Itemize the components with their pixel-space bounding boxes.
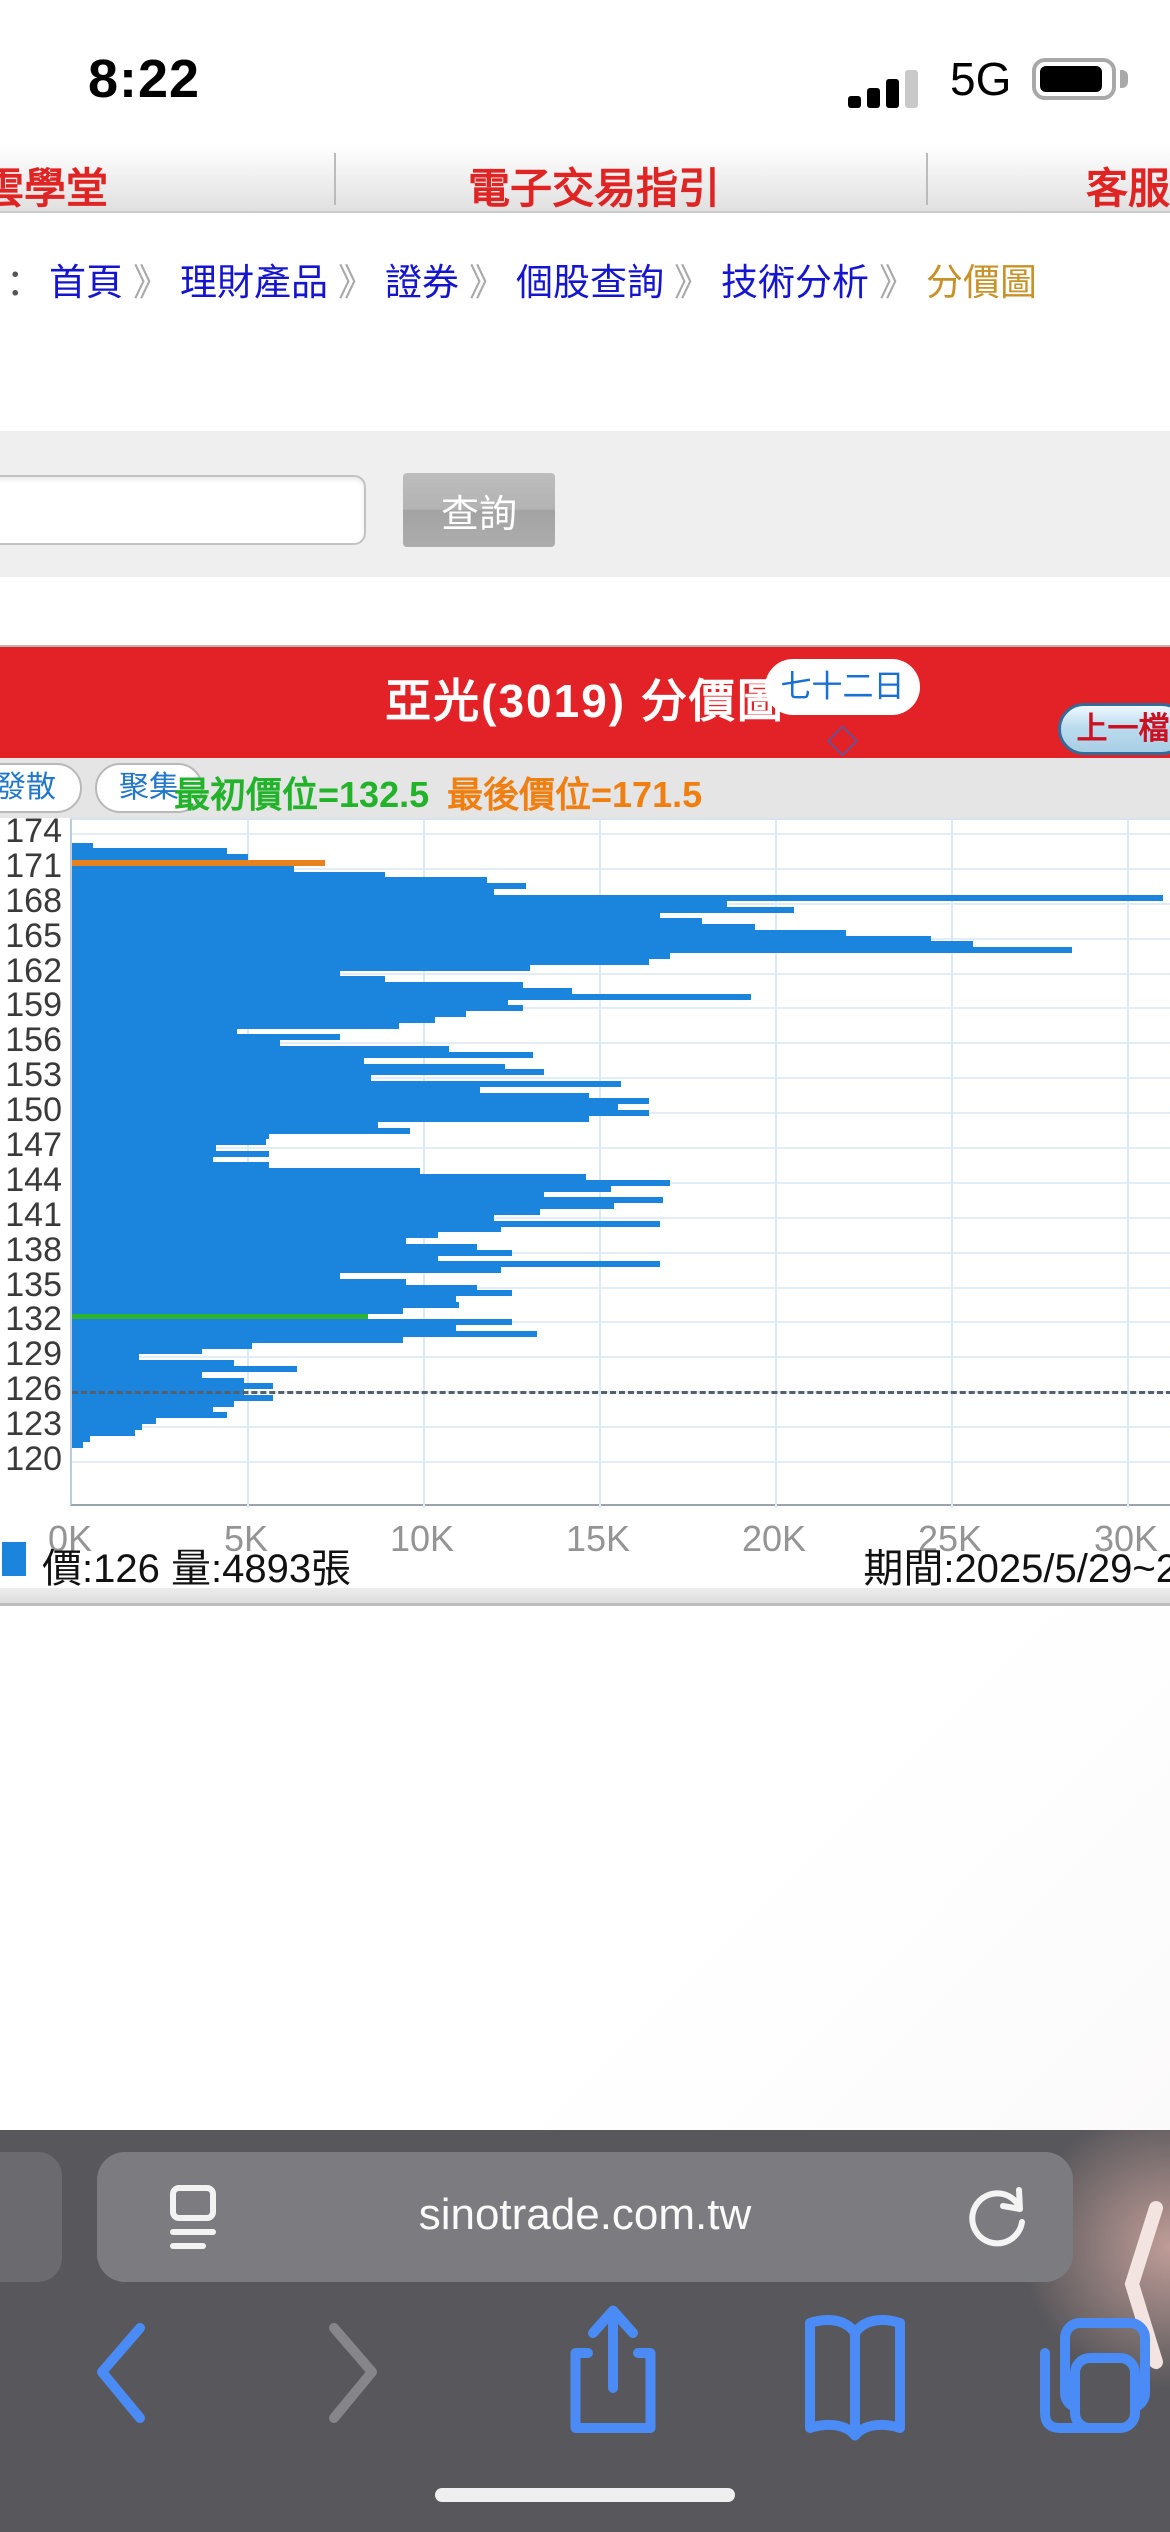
y-tick-label: 132 xyxy=(5,1300,62,1339)
back-button[interactable] xyxy=(86,2318,156,2428)
page-blank-area xyxy=(0,1609,1170,2130)
url-text[interactable]: sinotrade.com.tw xyxy=(97,2190,1073,2240)
h-gridline xyxy=(72,1460,1170,1463)
breadcrumb-link[interactable]: 理財產品 xyxy=(180,262,328,303)
legend-color-swatch xyxy=(2,1542,26,1576)
chart-toolbar: 發散 聚集 最初價位=132.5 最後價位=171.5 xyxy=(0,758,1170,818)
y-tick-label: 123 xyxy=(5,1405,62,1444)
y-tick-label: 168 xyxy=(5,881,62,920)
breadcrumb-separator: 》 xyxy=(469,262,506,303)
y-tick-label: 135 xyxy=(5,1265,62,1304)
y-tick-label: 171 xyxy=(5,846,62,885)
status-bar: 8:22 5G xyxy=(0,0,1170,145)
stock-code-input[interactable] xyxy=(0,475,366,545)
nav-divider xyxy=(334,153,336,205)
y-tick-label: 150 xyxy=(5,1091,62,1130)
v-gridline xyxy=(775,820,777,1508)
period-selector[interactable]: 七十二日 ◇ xyxy=(765,659,920,760)
adjacent-tab-edge[interactable] xyxy=(0,2152,62,2282)
url-bar[interactable]: sinotrade.com.tw xyxy=(97,2152,1073,2282)
h-gridline xyxy=(72,832,1170,835)
y-tick-label: 126 xyxy=(5,1370,62,1409)
previous-stock-button[interactable]: 上一檔 xyxy=(1058,703,1170,755)
last-price-label: 最後價位=171.5 xyxy=(447,774,703,815)
y-tick-label: 156 xyxy=(5,1021,62,1060)
breadcrumb-separator: 》 xyxy=(133,262,170,303)
iphone-screen: 8:22 5G 雲學堂 電子交易指引 客服 ：首頁》理財產品》證券》個股查詢》技… xyxy=(0,0,1170,2532)
v-gridline xyxy=(951,820,953,1508)
forward-button[interactable] xyxy=(318,2318,388,2428)
breadcrumb-link[interactable]: 證券 xyxy=(385,262,459,303)
page-title: 亞光(3019) 分價圖 xyxy=(385,675,785,727)
query-button[interactable]: 查詢 xyxy=(403,473,555,547)
home-indicator[interactable] xyxy=(435,2488,735,2502)
chart-header-band: 亞光(3019) 分價圖 七十二日 ◇ 上一檔 xyxy=(0,645,1170,760)
v-gridline xyxy=(1127,820,1129,1508)
tooltip-price-volume: 價:126 量:4893張 xyxy=(42,1547,352,1591)
tabs-button[interactable] xyxy=(1030,2308,1160,2448)
volume-bar xyxy=(72,1441,83,1448)
h-gridline xyxy=(72,1146,1170,1149)
breadcrumb-link[interactable]: 個股查詢 xyxy=(516,262,664,303)
y-tick-label: 147 xyxy=(5,1125,62,1164)
nav-item-etrading-guide[interactable]: 電子交易指引 xyxy=(468,155,720,216)
nav-item-cloud-school[interactable]: 雲學堂 xyxy=(0,155,108,216)
bookmarks-button[interactable] xyxy=(790,2308,920,2448)
nav-item-customer-service[interactable]: 客服 xyxy=(1086,155,1170,216)
first-price-label: 最初價位=132.5 xyxy=(174,774,430,815)
stock-query-section: 查詢 xyxy=(0,431,1170,577)
y-tick-label: 129 xyxy=(5,1335,62,1374)
y-tick-label: 165 xyxy=(5,916,62,955)
y-tick-label: 159 xyxy=(5,986,62,1025)
reload-icon[interactable] xyxy=(957,2178,1037,2258)
battery-icon xyxy=(1032,58,1116,100)
top-nav: 雲學堂 電子交易指引 客服 xyxy=(0,145,1170,213)
y-tick-label: 144 xyxy=(5,1160,62,1199)
y-tick-label: 174 xyxy=(5,811,62,850)
h-gridline xyxy=(72,1356,1170,1359)
breadcrumb-separator: 》 xyxy=(674,262,711,303)
h-gridline xyxy=(72,1426,1170,1429)
y-tick-label: 141 xyxy=(5,1195,62,1234)
breadcrumb-separator: 》 xyxy=(338,262,375,303)
network-type-label: 5G xyxy=(950,53,1012,105)
y-tick-label: 138 xyxy=(5,1230,62,1269)
y-tick-label: 162 xyxy=(5,951,62,990)
crosshair-dashed-line xyxy=(72,1391,1170,1395)
y-tick-label: 120 xyxy=(5,1439,62,1478)
tab-diverge[interactable]: 發散 xyxy=(0,763,82,813)
breadcrumb-link[interactable]: 首頁 xyxy=(49,262,123,303)
breadcrumb-link[interactable]: 技術分析 xyxy=(721,262,869,303)
plot-area xyxy=(70,818,1170,1508)
nav-divider xyxy=(926,153,928,205)
y-tick-label: 153 xyxy=(5,1056,62,1095)
breadcrumb: ：首頁》理財產品》證券》個股查詢》技術分析》分價圖 xyxy=(6,252,1170,303)
breadcrumb-current: 分價圖 xyxy=(926,262,1037,303)
date-range-label: 期間:2025/5/29~2 xyxy=(863,1547,1170,1591)
price-volume-chart: 174 171 168 165 162 159 156 153 150 147 144 141 138 1… xyxy=(0,812,1170,1580)
breadcrumb-separator: 》 xyxy=(879,262,916,303)
battery-nub xyxy=(1120,70,1128,88)
section-divider xyxy=(0,1588,1170,1606)
status-time: 8:22 xyxy=(88,49,201,109)
chart-footer: 價:126 量:4893張 期間:2025/5/29~2 xyxy=(0,1536,1170,1591)
share-button[interactable] xyxy=(548,2298,678,2448)
breadcrumb-prefix: ： xyxy=(6,262,43,303)
browser-chrome: sinotrade.com.tw xyxy=(0,2130,1170,2532)
cellular-signal-icon xyxy=(848,70,932,108)
